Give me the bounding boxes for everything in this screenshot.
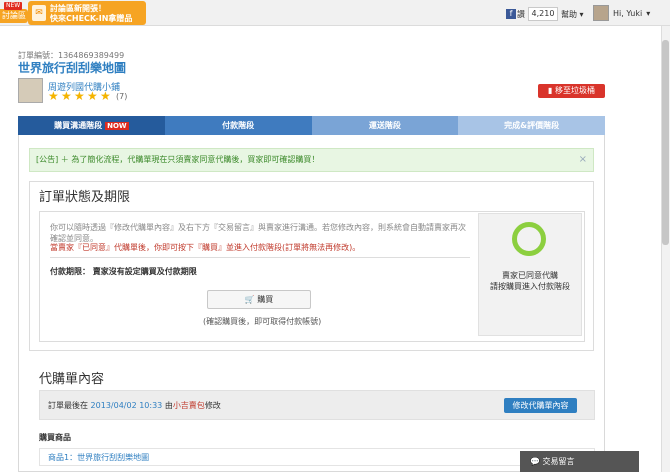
progress-steps: 購買溝通階段 NOW 付款階段 運送階段 完成&評價階段 (18, 116, 605, 135)
announcement-text: [公告] ＋ 為了簡化流程，代購單現在只須賣家同意代購後，買家即可確認購買！ (36, 155, 320, 164)
edit-order-button[interactable]: 修改代購單內容 (504, 398, 577, 413)
star-icon: ★ (100, 89, 111, 103)
site-logo[interactable]: 討論區 (0, 9, 28, 23)
user-name: Hi, Yuki (613, 8, 643, 18)
status-description: 你可以隨時透過『修改代購單內容』及右下方『交易留言』與賣家進行溝通。若您修改內容… (50, 223, 466, 243)
last-updated-text: 訂單最後在 2013/04/02 10:33 由小吉賣包修改 (48, 400, 221, 411)
help-menu-label: 幫助 (561, 10, 577, 19)
now-badge: NOW (105, 122, 129, 130)
facebook-like-label: 讚 (517, 9, 525, 19)
close-icon[interactable]: × (579, 149, 587, 171)
star-icon: ★ (48, 89, 59, 103)
order-title[interactable]: 世界旅行刮刮樂地圖 (18, 59, 126, 76)
item-link[interactable]: 商品1：世界旅行刮刮樂地圖 (48, 452, 149, 463)
user-menu[interactable]: Hi, Yuki ▾ (593, 5, 650, 21)
status-side-text-line1: 賣家已同意代購 (502, 271, 558, 280)
step-label: 運送階段 (368, 121, 401, 130)
scrollbar-thumb[interactable] (662, 40, 669, 245)
star-icon: ★ (61, 89, 72, 103)
facebook-icon: f (506, 9, 516, 19)
star-icon: ★ (87, 89, 98, 103)
payment-deadline: 付款期限： 賣家沒有設定購買及付款期限 (50, 267, 197, 276)
update-by: 由 (164, 401, 173, 410)
site-logo-area[interactable]: 討論區 ✉ 討論區新開張！ 快來CHECK-IN拿贈品 NEW (0, 0, 150, 26)
update-datetime: 2013/04/02 10:33 (90, 401, 163, 410)
chevron-down-icon: ▾ (646, 8, 651, 18)
promo-line-2: 快來CHECK-IN拿贈品 (50, 14, 133, 23)
move-to-trash-button[interactable]: ▮ 移至垃圾桶 (538, 84, 605, 98)
facebook-like-button[interactable]: f 讚 (506, 8, 525, 20)
order-content-title: 代購單內容 (39, 372, 105, 387)
status-side-text: 賣家已同意代購 請按購買進入付款階段 (482, 270, 578, 292)
status-ring-icon (512, 222, 546, 256)
status-warning: 當賣家『已同意』代購單後，你即可按下『購買』並進入付款階段(訂單將無法再修改)。 (50, 243, 361, 252)
step-complete: 完成&評價階段 (458, 116, 605, 135)
rating-stars: ★ ★ ★ ★ ★ (7) (48, 89, 128, 103)
cart-icon: 🛒 (244, 295, 258, 304)
update-suffix: 修改 (204, 401, 221, 410)
message-icon: 💬 (530, 457, 543, 466)
update-prefix: 訂單最後在 (48, 401, 88, 410)
step-shipping: 運送階段 (311, 116, 459, 135)
items-label: 購買商品 (39, 433, 71, 442)
trade-message-tab[interactable]: 💬 交易留言 (520, 451, 639, 472)
step-label: 購買溝通階段 (54, 121, 103, 130)
facebook-like-count: 4,210 (528, 7, 558, 21)
step-payment: 付款階段 (164, 116, 312, 135)
announcement-notice: [公告] ＋ 為了簡化流程，代購單現在只須賣家同意代購後，買家即可確認購買！ × (29, 148, 594, 172)
buy-note: (確認購買後，即可取得付款帳號) (203, 317, 322, 326)
step-communication: 購買溝通階段 NOW (18, 116, 165, 135)
promo-banner[interactable]: ✉ 討論區新開張！ 快來CHECK-IN拿贈品 (28, 1, 146, 25)
status-side-text-line2: 請按購買進入付款階段 (490, 282, 570, 291)
step-label: 付款階段 (222, 121, 255, 130)
shop-avatar[interactable] (18, 78, 43, 103)
star-icon: ★ (74, 89, 85, 103)
trash-icon: ▮ (548, 86, 555, 95)
chevron-down-icon: ▾ (577, 10, 584, 19)
divider (50, 257, 470, 258)
rating-count: (7) (116, 92, 128, 101)
avatar (593, 5, 609, 21)
help-menu[interactable]: 幫助 ▾ (561, 9, 584, 20)
trade-message-label: 交易留言 (542, 457, 575, 466)
status-title: 訂單狀態及期限 (39, 190, 131, 205)
step-label: 完成&評價階段 (504, 121, 560, 130)
gift-icon: ✉ (32, 5, 46, 21)
buy-button[interactable]: 🛒 購買 (207, 290, 311, 309)
move-to-trash-label: 移至垃圾桶 (554, 86, 595, 95)
update-user[interactable]: 小吉賣包 (173, 401, 205, 410)
buy-button-label: 購買 (257, 295, 274, 304)
new-badge: NEW (4, 2, 23, 10)
